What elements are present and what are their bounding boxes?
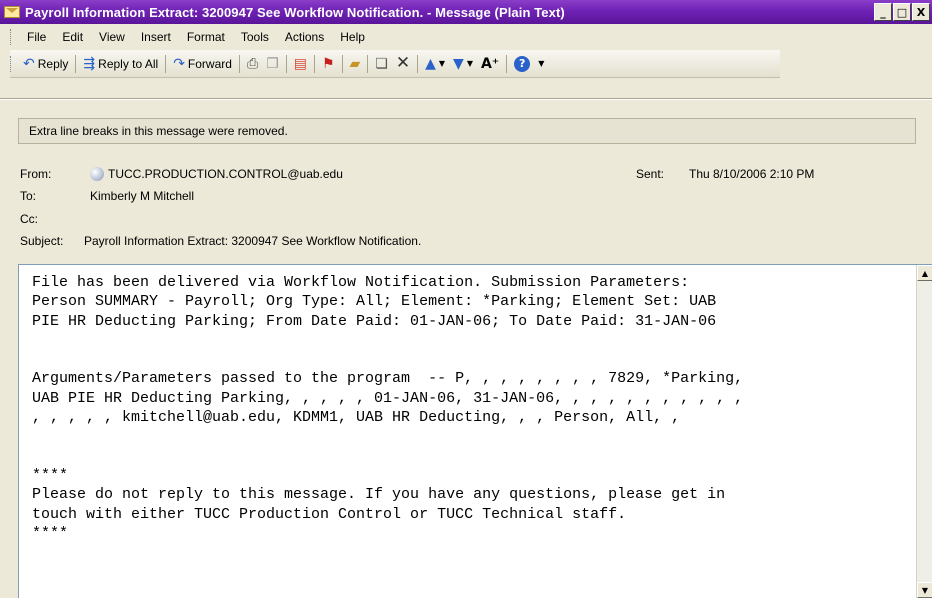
menu-actions[interactable]: Actions [277, 30, 332, 44]
menu-edit[interactable]: Edit [54, 30, 91, 44]
delete-icon: ✕ [395, 53, 411, 73]
toolbar-separator [285, 54, 287, 73]
reply-button[interactable]: ↶ Reply [19, 53, 72, 75]
help-button[interactable]: ? [510, 53, 534, 75]
printer-icon: ⎙ [246, 55, 259, 72]
move-to-folder-icon: ❏ [375, 55, 388, 72]
toolbar-separator [165, 54, 167, 73]
forward-button[interactable]: ↷ Forward [169, 53, 236, 75]
categorize-button[interactable]: ▤ [290, 53, 311, 75]
subject-value: Payroll Information Extract: 3200947 See… [84, 234, 422, 248]
address-book-button[interactable]: ▰ [346, 53, 365, 75]
sent-label: Sent: [636, 167, 665, 181]
menu-grip[interactable] [10, 29, 13, 45]
arrow-down-icon: ▼ [921, 585, 929, 595]
from-value[interactable]: TUCC.PRODUCTION.CONTROL@uab.edu [108, 167, 343, 181]
vertical-scrollbar[interactable]: ▲ ▼ [916, 265, 932, 598]
standard-toolbar: ↶ Reply ⇶ Reply to All ↷ Forward ⎙ ❐ ▤ ⚑… [10, 50, 780, 78]
menu-tools[interactable]: Tools [233, 30, 277, 44]
toolbar-separator [367, 54, 369, 73]
scroll-down-button[interactable]: ▼ [917, 582, 932, 598]
toolbar-separator [341, 54, 343, 73]
chevron-down-icon: ▼ [538, 58, 545, 68]
arrow-up-icon: ▲ [425, 55, 436, 72]
sent-value: Thu 8/10/2006 2:10 PM [689, 167, 815, 181]
toolbar-separator [238, 54, 240, 73]
subject-row: Subject: Payroll Information Extract: 32… [20, 234, 421, 248]
move-to-folder-button[interactable]: ❏ [371, 53, 392, 75]
font-size-button[interactable]: A⁺ [477, 53, 503, 75]
maximize-button[interactable]: □ [893, 3, 911, 21]
envelope-icon [4, 6, 20, 18]
window-controls: _ □ X [874, 3, 930, 21]
title-bar: Payroll Information Extract: 3200947 See… [0, 0, 932, 24]
scroll-up-button[interactable]: ▲ [917, 265, 932, 281]
delete-button[interactable]: ✕ [392, 53, 414, 75]
reply-all-button[interactable]: ⇶ Reply to All [79, 53, 162, 75]
minimize-button[interactable]: _ [874, 3, 892, 21]
cc-row: Cc: [20, 212, 90, 226]
window-title: Payroll Information Extract: 3200947 See… [25, 4, 565, 20]
reply-all-label: Reply to All [98, 56, 159, 71]
address-book-icon: ▰ [349, 55, 361, 72]
follow-up-button[interactable]: ⚑ [318, 53, 339, 75]
forward-icon: ↷ [173, 55, 185, 72]
to-label: To: [20, 189, 37, 203]
flag-icon: ⚑ [321, 55, 335, 72]
to-value[interactable]: Kimberly M Mitchell [90, 189, 194, 203]
previous-item-button[interactable]: ▲ ▼ [421, 53, 449, 75]
message-body[interactable]: File has been delivered via Workflow Not… [18, 264, 932, 598]
menu-file[interactable]: File [19, 30, 54, 44]
reply-icon: ↶ [23, 55, 35, 72]
arrow-down-icon: ▼ [453, 55, 464, 72]
toolbar-separator [313, 54, 315, 73]
menu-format[interactable]: Format [179, 30, 233, 44]
to-row: To: Kimberly M Mitchell [20, 189, 194, 203]
copy-icon: ❐ [266, 55, 279, 72]
toolbar-grip[interactable] [10, 55, 13, 72]
reply-label: Reply [37, 56, 69, 71]
copy-button[interactable]: ❐ [262, 53, 283, 75]
menu-help[interactable]: Help [332, 30, 373, 44]
sent-row: Sent: Thu 8/10/2006 2:10 PM [636, 167, 814, 181]
toolbar-divider [0, 98, 932, 100]
toolbar-separator [417, 54, 419, 73]
close-button[interactable]: X [912, 3, 930, 21]
forward-label: Forward [187, 56, 232, 71]
toolbar-separator [75, 54, 77, 73]
info-bar[interactable]: Extra line breaks in this message were r… [18, 118, 916, 144]
toolbar-options-button[interactable]: ▼ [534, 53, 548, 75]
font-size-icon: A⁺ [480, 55, 500, 72]
menu-bar: File Edit View Insert Format Tools Actio… [0, 24, 932, 50]
message-body-text: File has been delivered via Workflow Not… [32, 274, 744, 542]
help-icon: ? [514, 55, 531, 72]
print-button[interactable]: ⎙ [243, 53, 262, 75]
menu-view[interactable]: View [91, 30, 133, 44]
contact-status-icon[interactable] [90, 167, 104, 181]
from-row: From: TUCC.PRODUCTION.CONTROL@uab.edu [20, 167, 343, 181]
toolbar-separator [506, 54, 508, 73]
categories-icon: ▤ [293, 55, 307, 72]
chevron-down-icon: ▼ [438, 58, 446, 68]
reply-all-icon: ⇶ [83, 55, 96, 72]
next-item-button[interactable]: ▼ ▼ [449, 53, 477, 75]
subject-label: Subject: [20, 234, 64, 248]
menu-insert[interactable]: Insert [133, 30, 179, 44]
arrow-up-icon: ▲ [921, 268, 929, 278]
from-label: From: [20, 167, 52, 181]
chevron-down-icon: ▼ [466, 58, 473, 68]
cc-label: Cc: [20, 212, 38, 226]
